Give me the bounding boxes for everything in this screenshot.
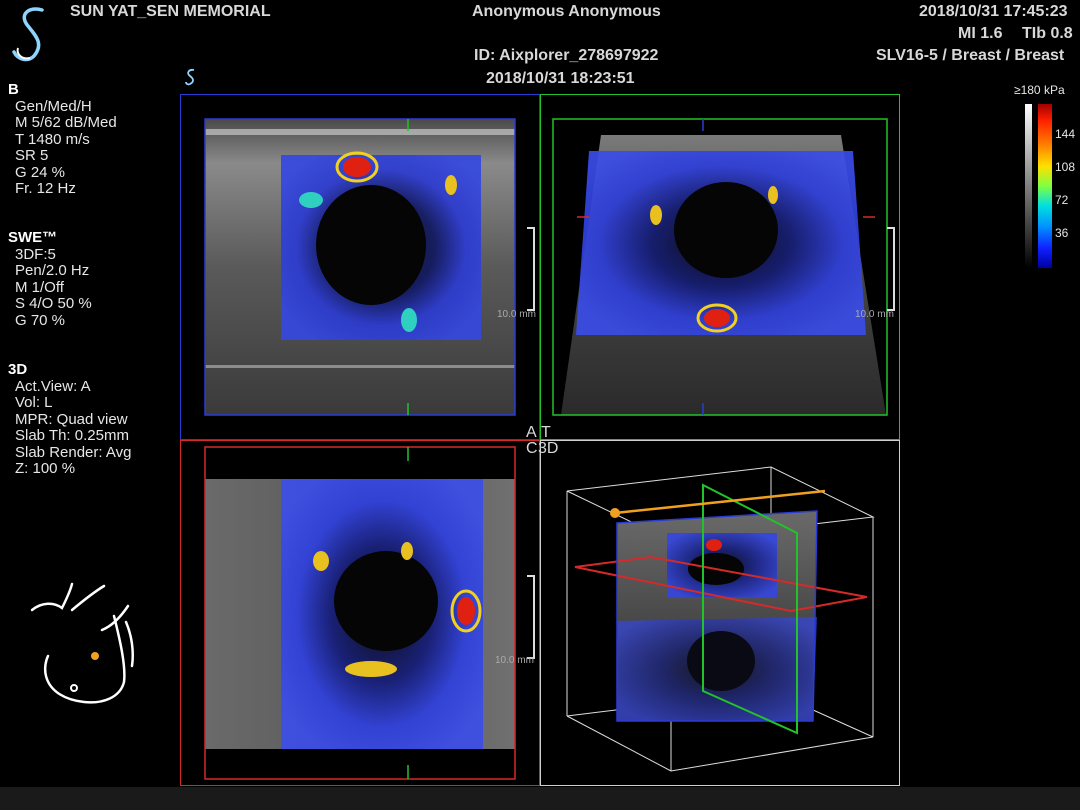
grayscale-bar bbox=[1025, 104, 1032, 268]
bmode-line: Gen/Med/H bbox=[15, 97, 92, 115]
depth-label: 10.0 mm bbox=[855, 309, 894, 320]
view-label-c: C bbox=[526, 440, 538, 457]
logo-icon bbox=[8, 4, 58, 64]
bmode-line: SR 5 bbox=[15, 147, 49, 164]
depth-scale-bracket bbox=[887, 227, 895, 311]
bmode-settings: B Gen/Med/H M 5/62 dB/Med T 1480 m/s SR … bbox=[8, 81, 117, 198]
bmode-line: M 5/62 dB/Med bbox=[15, 114, 117, 131]
threed-settings: 3D Act.View: A Vol: L MPR: Quad view Sla… bbox=[8, 361, 132, 478]
institution-name: SUN YAT_SEN MEMORIAL bbox=[70, 3, 271, 20]
view-c-panel[interactable]: 10.0 mm bbox=[180, 440, 540, 786]
colorbar-max-label: ≥180 kPa bbox=[1014, 83, 1065, 97]
swe-line: S 4/O 50 % bbox=[15, 295, 92, 312]
colorbar-tick: 108 bbox=[1055, 160, 1076, 174]
threed-title: 3D bbox=[8, 361, 28, 378]
view-c-image bbox=[204, 446, 516, 780]
depth-label: 10.0 mm bbox=[497, 309, 536, 320]
threed-line: Slab Th: 0.25mm bbox=[15, 427, 129, 444]
threed-line: MPR: Quad view bbox=[15, 410, 128, 428]
tib-value: TIb 0.8 bbox=[1022, 25, 1073, 42]
bmode-line: G 24 % bbox=[15, 163, 66, 181]
swe-title: SWE™ bbox=[8, 229, 58, 246]
bmode-title: B bbox=[8, 81, 19, 98]
view-a-image bbox=[204, 118, 516, 416]
breast-body-marker-icon bbox=[28, 582, 138, 712]
view-3d-image bbox=[566, 466, 875, 772]
view-a-panel[interactable]: 10.0 mm bbox=[180, 94, 540, 440]
swe-line: G 70 % bbox=[15, 311, 66, 329]
patient-name: Anonymous Anonymous bbox=[472, 3, 661, 20]
threed-line: Act.View: A bbox=[15, 377, 91, 395]
patient-id: ID: Aixplorer_278697922 bbox=[474, 47, 659, 64]
view-t-panel[interactable]: 10.0 mm bbox=[540, 94, 900, 440]
bmode-line: Fr. 12 Hz bbox=[15, 180, 76, 197]
depth-label: 10.0 mm bbox=[495, 655, 534, 666]
probe-preset: SLV16-5 / Breast / Breast bbox=[876, 47, 1065, 64]
current-datetime: 2018/10/31 17:45:23 bbox=[919, 3, 1068, 20]
swe-line: M 1/Off bbox=[15, 278, 64, 296]
swe-settings: SWE™ 3DF:5 Pen/2.0 Hz M 1/Off S 4/O 50 %… bbox=[8, 229, 92, 329]
colorbar-tick: 72 bbox=[1055, 193, 1069, 207]
acquisition-datetime: 2018/10/31 18:23:51 bbox=[486, 70, 635, 87]
depth-scale-bracket bbox=[527, 575, 535, 659]
threed-line: Vol: L bbox=[15, 394, 53, 411]
view-label-3d: 3D bbox=[538, 440, 559, 457]
colorbar-tick: 144 bbox=[1055, 127, 1076, 141]
bottom-bar bbox=[0, 787, 1080, 810]
swe-line: Pen/2.0 Hz bbox=[15, 262, 90, 279]
mi-value: MI 1.6 bbox=[958, 25, 1003, 42]
threed-line: Z: 100 % bbox=[15, 460, 76, 477]
depth-scale-bracket bbox=[527, 227, 535, 311]
swe-line: 3DF:5 bbox=[15, 245, 56, 263]
view-t-image bbox=[552, 118, 888, 416]
small-logo-icon bbox=[183, 68, 199, 86]
colorbar-tick: 36 bbox=[1055, 226, 1069, 240]
bmode-line: T 1480 m/s bbox=[15, 130, 90, 148]
threed-line: Slab Render: Avg bbox=[15, 443, 132, 461]
elasticity-colorbar bbox=[1038, 104, 1052, 268]
view-3d-panel[interactable] bbox=[540, 440, 900, 786]
